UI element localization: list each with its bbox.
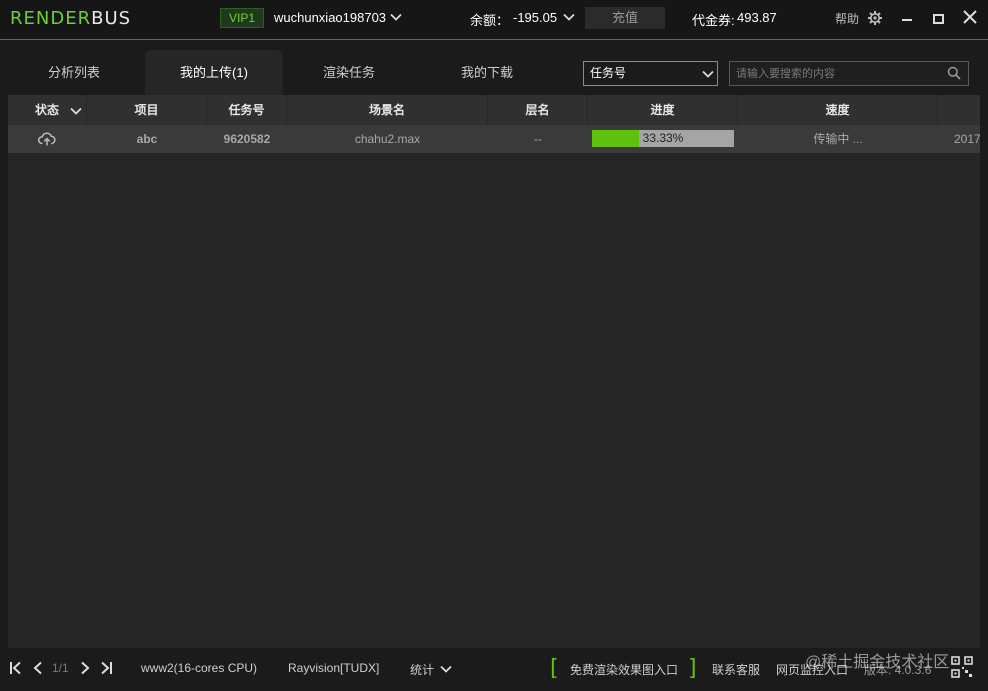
tab-my-uploads[interactable]: 我的上传(1): [145, 50, 283, 95]
gear-icon[interactable]: [867, 10, 883, 26]
table-header: 状态 项目 任务号 场景名 层名 进度 速度: [8, 95, 980, 125]
column-header-speed[interactable]: 速度: [738, 95, 938, 125]
search-icon[interactable]: [947, 66, 961, 80]
contact-support-link[interactable]: 联系客服: [712, 661, 760, 678]
progress-text: 33.33%: [642, 131, 684, 145]
recharge-button[interactable]: 充值: [585, 7, 665, 29]
project-cell: abc: [136, 132, 158, 146]
stats-chevron-down-icon[interactable]: [440, 663, 452, 675]
stats-dropdown[interactable]: 统计: [410, 661, 434, 678]
chevron-down-icon: [702, 70, 714, 78]
first-page-icon[interactable]: [9, 661, 23, 675]
title-bar: RENDERBUS VIP1 wuchunxiao198703 余额： -195…: [0, 0, 988, 40]
watermark: @稀土掘金技术社区: [805, 654, 950, 671]
table-row[interactable]: abc 9620582 chahu2.max -- 33.33% 传输中 ...…: [8, 125, 980, 153]
column-header-project[interactable]: 项目: [87, 95, 207, 125]
maximize-icon[interactable]: [931, 10, 947, 26]
search-filter-select[interactable]: 任务号: [583, 61, 718, 86]
column-header-task-id[interactable]: 任务号: [207, 95, 287, 125]
close-icon[interactable]: [962, 9, 978, 25]
user-chevron-down-icon[interactable]: [390, 11, 402, 23]
voucher-value: 493.87: [737, 10, 777, 25]
search-filter-value: 任务号: [590, 66, 627, 80]
balance-value: -195.05: [513, 10, 558, 25]
progress-bar: 33.33%: [592, 130, 734, 147]
balance-chevron-down-icon[interactable]: [563, 11, 575, 23]
vip-badge: VIP1: [220, 8, 264, 28]
tab-my-downloads[interactable]: 我的下载: [418, 50, 556, 95]
column-header-scene-name[interactable]: 场景名: [287, 95, 488, 125]
scene-name-cell: chahu2.max: [354, 132, 421, 146]
last-page-icon[interactable]: [99, 661, 113, 675]
balance-label: 余额：: [470, 13, 510, 28]
status-filter-chevron-down-icon[interactable]: [70, 105, 82, 117]
platform-label[interactable]: www2(16-cores CPU): [141, 661, 257, 675]
tab-analysis-list[interactable]: 分析列表: [5, 50, 143, 95]
next-page-icon[interactable]: [78, 661, 92, 675]
column-header-extra: [938, 95, 980, 125]
bracket-left-icon: [: [550, 656, 559, 681]
search-input[interactable]: [729, 61, 969, 86]
app-logo: RENDERBUS: [10, 8, 132, 29]
account-label: Rayvision[TUDX]: [288, 661, 380, 675]
column-header-layer-name[interactable]: 层名: [488, 95, 588, 125]
voucher-label: 代金券:: [692, 13, 735, 28]
speed-cell: 传输中 ...: [813, 132, 863, 146]
page-indicator: 1/1: [52, 661, 69, 675]
free-render-link[interactable]: 免费渲染效果图入口: [570, 661, 678, 678]
tabs-row: 分析列表 我的上传(1) 渲染任务 我的下载 任务号: [0, 41, 988, 95]
upload-table: 状态 项目 任务号 场景名 层名 进度 速度 abc 9620582 chahu…: [8, 95, 980, 648]
previous-page-icon[interactable]: [31, 661, 45, 675]
cloud-upload-icon: [38, 132, 56, 146]
column-header-progress[interactable]: 进度: [588, 95, 738, 125]
minimize-icon[interactable]: [900, 10, 916, 26]
username[interactable]: wuchunxiao198703: [274, 10, 386, 25]
task-id-cell: 9620582: [223, 132, 271, 146]
bracket-right-icon: ]: [688, 656, 697, 681]
date-cell: 2017: [954, 132, 980, 146]
qr-code-icon[interactable]: [951, 656, 973, 678]
tab-render-tasks[interactable]: 渲染任务: [280, 50, 418, 95]
layer-name-cell: --: [534, 132, 542, 146]
help-link[interactable]: 帮助: [835, 10, 859, 27]
